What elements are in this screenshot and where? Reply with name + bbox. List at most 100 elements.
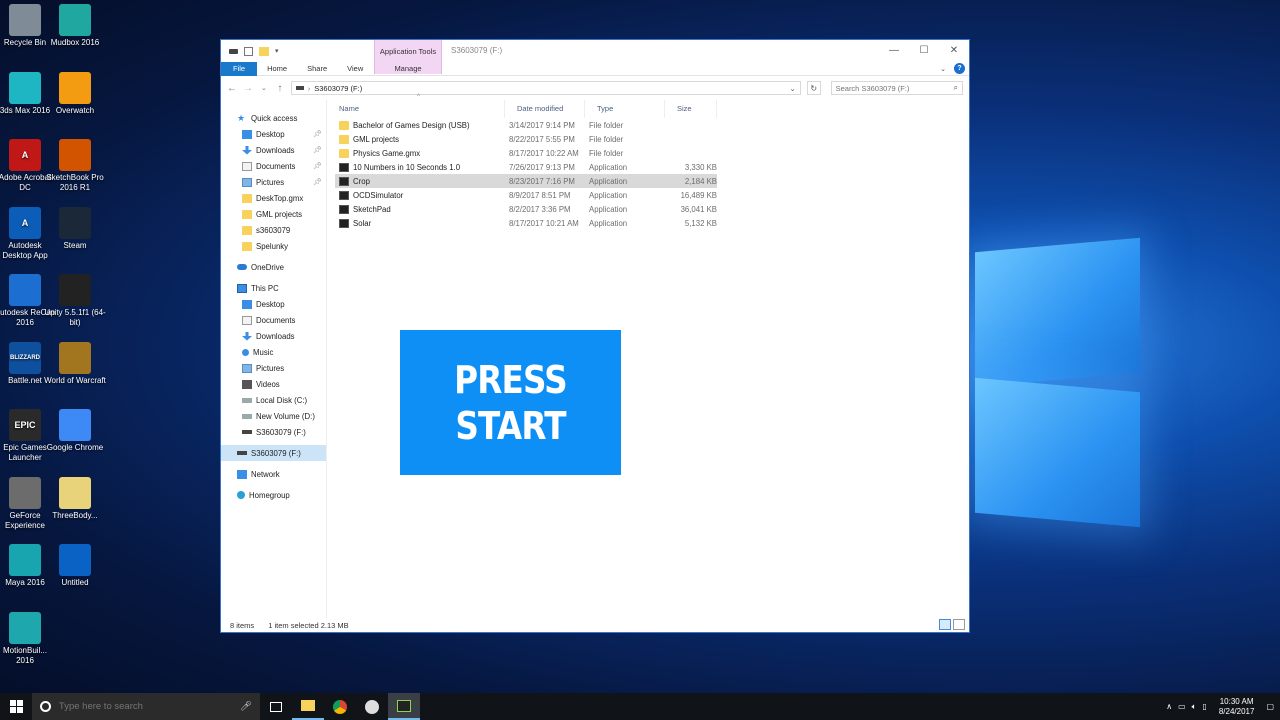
address-bar[interactable]: › S3603079 (F:) ⌄ — [290, 81, 801, 95]
taskbar-search[interactable]: 🎤︎ — [32, 693, 260, 720]
title-bar[interactable]: ▾ Application Tools Manage S3603079 (F:)… — [221, 40, 969, 74]
search-box[interactable]: ⌕ — [830, 81, 963, 95]
details-view-icon[interactable] — [939, 619, 951, 630]
nav-item-s3603079[interactable]: s3603079 — [221, 222, 326, 238]
column-size[interactable]: Size — [665, 100, 717, 118]
nav-item-local-disk-c[interactable]: Local Disk (C:) — [221, 392, 326, 408]
desktop-icon-mudbox-2016[interactable]: Mudbox 2016 — [43, 4, 107, 48]
ribbon-tab-view[interactable]: View — [337, 62, 373, 76]
nav-item-desktop[interactable]: Desktop — [221, 296, 326, 312]
nav-item-desktop-gmx[interactable]: DeskTop.gmx — [221, 190, 326, 206]
nav-item-downloads[interactable]: Downloads 📌︎ — [221, 142, 326, 158]
ribbon-tab-home[interactable]: Home — [257, 62, 297, 76]
recent-locations-icon[interactable]: ⌄ — [259, 84, 269, 92]
large-icons-view-icon[interactable] — [953, 619, 965, 630]
network-icon[interactable]: ▭ — [1178, 702, 1186, 711]
task-view-button[interactable] — [260, 693, 292, 720]
microphone-icon[interactable]: 🎤︎ — [240, 701, 252, 712]
column-name[interactable]: Name — [327, 100, 505, 118]
expand-ribbon-icon[interactable]: ⌄ — [940, 65, 946, 73]
language-icon[interactable]: ▯ — [1202, 702, 1206, 711]
nav-item-downloads[interactable]: Downloads — [221, 328, 326, 344]
nav-item-this-pc[interactable]: This PC — [221, 280, 326, 296]
taskbar-gamemaker[interactable] — [356, 693, 388, 720]
properties-icon[interactable] — [244, 46, 253, 56]
file-row-solar[interactable]: Solar 8/17/2017 10:21 AM Application 5,132 … — [335, 216, 717, 230]
file-date: 8/23/2017 7:16 PM — [509, 176, 575, 186]
nav-item-pictures[interactable]: Pictures 📌︎ — [221, 174, 326, 190]
press-start-window[interactable]: PRESS START — [399, 330, 622, 475]
taskbar-chrome[interactable] — [324, 693, 356, 720]
column-date[interactable]: Date modified — [505, 100, 585, 118]
search-input[interactable] — [835, 83, 946, 93]
desktop-icon-sketchbook-pro-2016-r1[interactable]: SketchBook Pro 2016 R1 — [43, 139, 107, 193]
taskbar-file-explorer[interactable] — [292, 693, 324, 720]
cortana-icon — [40, 701, 51, 712]
taskbar-search-input[interactable] — [58, 701, 232, 712]
nav-item-label: Local Disk (C:) — [256, 395, 308, 405]
nav-item-spelunky[interactable]: Spelunky — [221, 238, 326, 254]
up-icon[interactable]: ↑ — [275, 83, 285, 94]
taskbar-crop-app[interactable] — [388, 693, 420, 720]
desktop-icon-steam[interactable]: Steam — [43, 206, 107, 251]
maximize-icon[interactable]: ☐ — [909, 40, 939, 60]
clock[interactable]: 10:30 AM 8/24/2017 — [1219, 697, 1255, 717]
help-icon[interactable]: ? — [954, 63, 965, 74]
nav-item-new-volume-d[interactable]: New Volume (D:) — [221, 408, 326, 424]
desktop-icon-google-chrome[interactable]: Google Chrome — [43, 409, 107, 453]
start-button[interactable] — [0, 693, 32, 720]
file-row-sketchpad[interactable]: SketchPad 8/2/2017 3:36 PM Application 36,0… — [335, 202, 717, 216]
nav-item-documents[interactable]: Documents — [221, 312, 326, 328]
pin-icon[interactable]: 📌︎ — [313, 130, 322, 138]
nav-item-network[interactable]: Network — [221, 466, 326, 482]
pin-icon[interactable]: 📌︎ — [313, 146, 322, 154]
column-type[interactable]: Type — [585, 100, 665, 118]
desktop-icon-unity-5-5-1f1-64-bit[interactable]: Unity 5.5.1f1 (64-bit) — [43, 274, 107, 328]
notifications-icon[interactable]: ▢ — [1266, 702, 1274, 711]
file-row-physics-game-gmx[interactable]: Physics Game.gmx 8/17/2017 10:22 AM File f… — [335, 146, 717, 160]
desktop-icon-world-of-warcraft[interactable]: World of Warcraft — [43, 341, 107, 386]
nav-item-onedrive[interactable]: OneDrive — [221, 259, 326, 275]
autodesk-recap-2016-icon — [9, 274, 41, 306]
file-type: Application — [589, 204, 628, 214]
new-folder-icon[interactable] — [259, 46, 269, 56]
file-row-10-numbers-in-10-seconds-1-0[interactable]: 10 Numbers in 10 Seconds 1.0 7/26/2017 9:… — [335, 160, 717, 174]
nav-item-label: Downloads — [256, 145, 295, 155]
close-icon[interactable]: ✕ — [939, 40, 969, 60]
pin-icon[interactable]: 📌︎ — [313, 178, 322, 186]
ribbon-tab-file[interactable]: File — [221, 61, 258, 76]
file-row-crop[interactable]: Crop 8/23/2017 7:16 PM Application 2,184 KB — [335, 174, 717, 188]
desktop-icon-overwatch[interactable]: Overwatch — [43, 71, 107, 116]
chevron-up-icon[interactable]: ∧ — [1166, 702, 1172, 711]
address-text[interactable]: S3603079 (F:) — [314, 84, 362, 93]
file-type: File folder — [589, 148, 624, 158]
pin-icon[interactable]: 📌︎ — [313, 162, 322, 170]
desktop-icon-threebody[interactable]: ThreeBody... — [43, 476, 107, 521]
refresh-icon[interactable]: ↻ — [806, 81, 821, 95]
minimize-icon[interactable]: — — [879, 40, 909, 60]
nav-item-s3603079-f[interactable]: S3603079 (F:) — [221, 445, 326, 461]
nav-item-gml-projects[interactable]: GML projects — [221, 206, 326, 222]
nav-item-documents[interactable]: Documents 📌︎ — [221, 158, 326, 174]
volume-icon[interactable]: 🔈︎ — [1192, 702, 1197, 712]
nav-item-quick-access[interactable]: ★ Quick access — [221, 110, 326, 126]
chevron-down-icon[interactable]: ▾ — [275, 47, 279, 55]
file-date: 8/17/2017 10:21 AM — [509, 218, 579, 228]
nav-item-videos[interactable]: Videos — [221, 376, 326, 392]
nav-item-desktop[interactable]: Desktop 📌︎ — [221, 126, 326, 142]
file-row-ocdsimulator[interactable]: OCDSimulator 8/9/2017 8:51 PM Application 1… — [335, 188, 717, 202]
nav-item-s3603079-f[interactable]: S3603079 (F:) — [221, 424, 326, 440]
nav-item-music[interactable]: Music — [221, 344, 326, 360]
desktop-icon-motionbuil-2016[interactable]: MotionBuil... 2016 — [0, 611, 57, 666]
desktop-icon — [242, 299, 252, 309]
nav-item-pictures[interactable]: Pictures — [221, 360, 326, 376]
file-row-gml-projects[interactable]: GML projects 8/22/2017 5:55 PM File folder — [335, 132, 717, 146]
file-row-bachelor-of-games-design-usb[interactable]: Bachelor of Games Design (USB) 3/14/2017 … — [335, 118, 717, 132]
windows-start-icon — [9, 700, 23, 713]
desktop-icon-untitled[interactable]: Untitled — [43, 544, 107, 588]
back-icon[interactable]: ← — [227, 83, 237, 94]
ribbon-tab-share[interactable]: Share — [297, 62, 337, 76]
address-dropdown-icon[interactable]: ⌄ — [789, 84, 795, 93]
forward-icon[interactable]: → — [243, 83, 253, 94]
nav-item-homegroup[interactable]: Homegroup — [221, 487, 326, 503]
